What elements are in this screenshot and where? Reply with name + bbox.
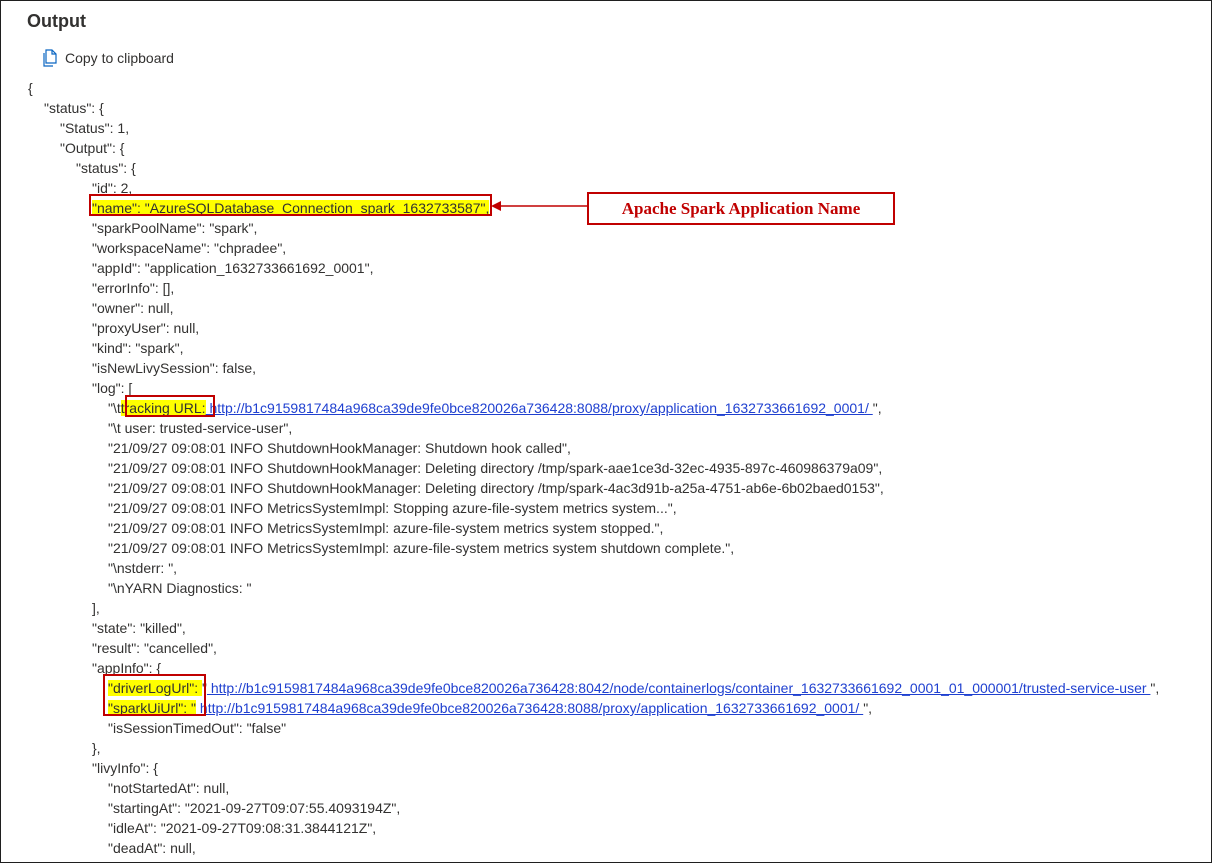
code-line: "log": [: [92, 380, 133, 396]
code-line: "isNewLivySession": false,: [92, 360, 257, 376]
code-line: "Output": {: [60, 140, 125, 156]
copy-to-clipboard-button[interactable]: Copy to clipboard: [41, 49, 174, 67]
code-line: "21/09/27 09:08:01 INFO MetricsSystemImp…: [108, 520, 664, 536]
code-line: "appInfo": {: [92, 660, 162, 676]
code-line: "livyInfo": {: [92, 760, 158, 776]
code-line: "idleAt": "2021-09-27T09:08:31.3844121Z"…: [108, 820, 377, 836]
code-line: "proxyUser": null,: [92, 320, 200, 336]
code-line: "sparkUiUrl": " http://b1c9159817484a968…: [108, 698, 872, 718]
code-line: "status": {: [44, 100, 104, 116]
code-line: "appId": "application_1632733661692_0001…: [92, 260, 374, 276]
highlighted-text: "driverLogUrl":: [108, 680, 202, 696]
code-text: ",: [863, 700, 873, 716]
code-line: "21/09/27 09:08:01 INFO MetricsSystemImp…: [108, 500, 677, 516]
code-line: "name": "AzureSQLDatabase_Connection_spa…: [92, 198, 490, 218]
code-line: "21/09/27 09:08:01 INFO ShutdownHookMana…: [108, 460, 883, 476]
code-line: "notStartedAt": null,: [108, 780, 230, 796]
highlighted-text: "name": "AzureSQLDatabase_Connection_spa…: [92, 200, 490, 216]
highlighted-text: "sparkUiUrl": ": [108, 700, 197, 716]
code-line: "id": 2,: [92, 180, 133, 196]
code-line: "deadAt": null,: [108, 840, 196, 856]
code-line: "21/09/27 09:08:01 INFO ShutdownHookMana…: [108, 440, 571, 456]
code-line: "\t user: trusted-service-user",: [108, 420, 293, 436]
code-line: },: [92, 740, 101, 756]
code-line: "driverLogUrl": " http://b1c9159817484a9…: [108, 678, 1159, 698]
code-line: "workspaceName": "chpradee",: [92, 240, 287, 256]
copy-icon: [41, 49, 59, 67]
annotation-label: Apache Spark Application Name: [621, 198, 861, 218]
code-line: "kind": "spark",: [92, 340, 184, 356]
code-line: ],: [92, 600, 100, 616]
code-text: ",: [1150, 680, 1160, 696]
output-panel: Output Copy to clipboard { "status": { "St…: [0, 0, 1212, 863]
url-link[interactable]: http://b1c9159817484a968ca39de9fe0bce820…: [206, 400, 873, 416]
code-line: "Status": 1,: [60, 120, 130, 136]
code-line: "errorInfo": [],: [92, 280, 175, 296]
code-line: "sparkPoolName": "spark",: [92, 220, 258, 236]
code-line: "status": {: [76, 160, 136, 176]
code-line: "\nYARN Diagnostics: ": [108, 580, 252, 596]
code-line: "21/09/27 09:08:01 INFO MetricsSystemImp…: [108, 540, 735, 556]
code-line: "isSessionTimedOut": "false": [108, 720, 287, 736]
code-line: "\ttracking URL: http://b1c9159817484a96…: [108, 398, 882, 418]
code-line: "21/09/27 09:08:01 INFO ShutdownHookMana…: [108, 480, 884, 496]
code-text: "\t: [108, 400, 121, 416]
url-link[interactable]: http://b1c9159817484a968ca39de9fe0bce820…: [207, 680, 1150, 696]
code-line: "startingAt": "2021-09-27T09:07:55.40931…: [108, 800, 401, 816]
annotation-callout: Apache Spark Application Name: [587, 192, 895, 225]
annotation-arrow-icon: [491, 201, 587, 211]
url-link[interactable]: http://b1c9159817484a968ca39de9fe0bce820…: [196, 700, 863, 716]
highlighted-text: tracking URL:: [120, 400, 206, 416]
copy-label: Copy to clipboard: [65, 50, 174, 66]
code-text: ",: [872, 400, 882, 416]
panel-title: Output: [27, 11, 86, 31]
code-line: "result": "cancelled",: [92, 640, 217, 656]
code-line: {: [28, 80, 33, 96]
code-line: "\nstderr: ",: [108, 560, 178, 576]
code-line: "state": "killed",: [92, 620, 186, 636]
code-line: "owner": null,: [92, 300, 174, 316]
